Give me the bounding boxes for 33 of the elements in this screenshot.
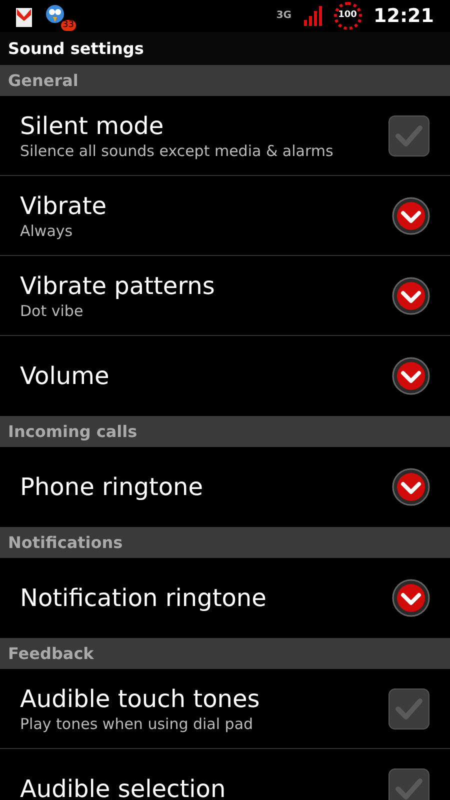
setting-title: Notification ringtone bbox=[20, 583, 268, 613]
settings-row[interactable]: Phone ringtone bbox=[0, 447, 450, 527]
settings-row[interactable]: Silent mode Silence all sounds except media & alarms bbox=[0, 96, 450, 176]
section-header: Incoming calls bbox=[0, 416, 450, 447]
setting-title: Volume bbox=[20, 361, 110, 391]
mail-icon bbox=[16, 5, 32, 27]
signal-icon bbox=[304, 6, 322, 26]
settings-row[interactable]: Audible selection bbox=[0, 749, 450, 800]
section-header: Notifications bbox=[0, 527, 450, 558]
checkbox[interactable] bbox=[388, 688, 430, 730]
checkbox[interactable] bbox=[388, 114, 430, 156]
setting-summary: Always bbox=[20, 220, 74, 240]
section-header: General bbox=[0, 65, 450, 96]
checkbox[interactable] bbox=[388, 768, 430, 800]
clock: 12:21 bbox=[374, 4, 434, 29]
settings-row[interactable]: Audible touch tones Play tones when using dial pad bbox=[0, 669, 450, 749]
setting-summary: Dot vibe bbox=[20, 300, 84, 320]
settings-row[interactable]: Vibrate Always bbox=[0, 176, 450, 256]
setting-title: Vibrate patterns bbox=[20, 270, 216, 300]
section-header: Feedback bbox=[0, 638, 450, 669]
network-indicator: 3G bbox=[276, 11, 292, 21]
settings-row[interactable]: Volume bbox=[0, 336, 450, 416]
setting-title: Phone ringtone bbox=[20, 472, 204, 502]
notification-badge: 33 bbox=[60, 20, 76, 31]
setting-title: Audible touch tones bbox=[20, 684, 261, 714]
setting-summary: Silence all sounds except media & alarms bbox=[20, 140, 334, 160]
setting-title: Silent mode bbox=[20, 110, 165, 140]
screen-title: Sound settings bbox=[8, 38, 144, 60]
setting-summary: Play tones when using dial pad bbox=[20, 714, 254, 734]
settings-row[interactable]: Vibrate patterns Dot vibe bbox=[0, 256, 450, 336]
settings-row[interactable]: Notification ringtone bbox=[0, 558, 450, 638]
setting-title: Vibrate bbox=[20, 190, 108, 220]
setting-title: Audible selection bbox=[20, 774, 227, 800]
